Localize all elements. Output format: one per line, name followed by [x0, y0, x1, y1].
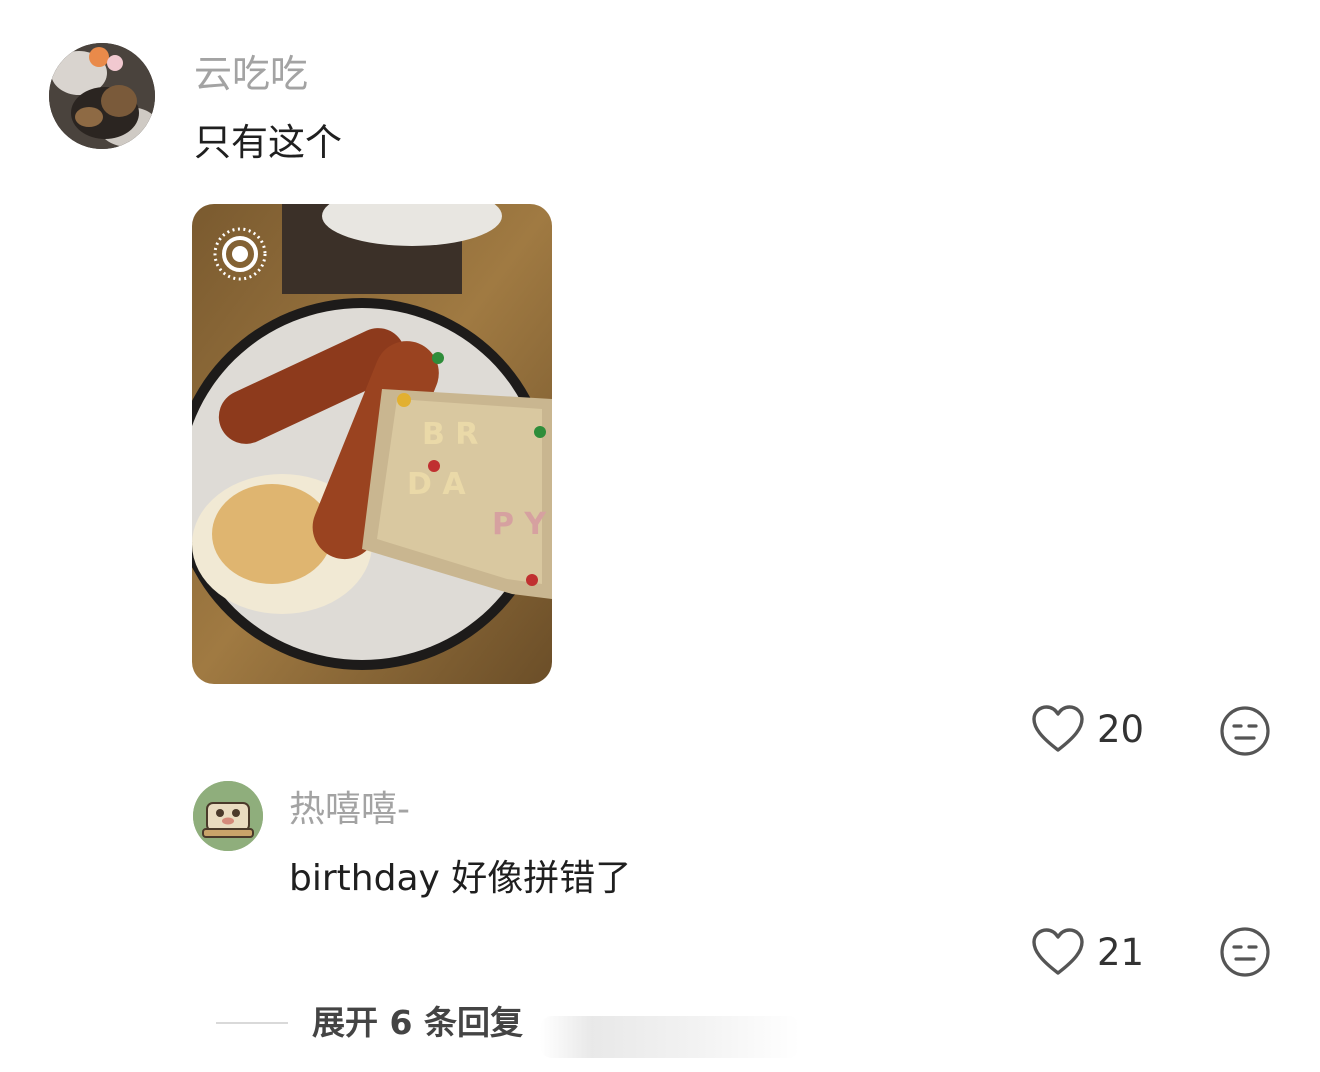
svg-text:D A: D A: [407, 467, 466, 502]
reply-like-count: 21: [1097, 930, 1145, 974]
reply-dislike-button[interactable]: [1219, 926, 1271, 978]
neutral-face-icon: [1220, 706, 1270, 756]
like-button[interactable]: 20: [1031, 704, 1144, 754]
heart-icon: [1032, 928, 1084, 975]
dislike-button[interactable]: [1219, 705, 1271, 757]
like-count: 20: [1097, 707, 1145, 751]
comment-photo[interactable]: B R D A P Y: [192, 204, 552, 684]
watermark-overlay: [540, 1016, 800, 1058]
comment-text: 只有这个: [194, 121, 342, 164]
heart-icon: [1032, 705, 1084, 752]
neutral-face-icon: [1220, 927, 1270, 977]
reply-avatar[interactable]: [193, 781, 263, 851]
reply-text: birthday 好像拼错了: [289, 858, 632, 899]
svg-text:B R: B R: [422, 417, 478, 452]
reply-username[interactable]: 热嘻嘻-: [289, 792, 410, 828]
svg-text:P Y: P Y: [492, 507, 547, 542]
reply-like-button[interactable]: 21: [1031, 927, 1144, 977]
live-photo-icon: [213, 227, 267, 281]
expand-replies-button[interactable]: 展开 6 条回复: [216, 1006, 523, 1039]
comment-username[interactable]: 云吃吃: [194, 55, 308, 93]
divider: [216, 1021, 288, 1024]
expand-replies-label: 展开 6 条回复: [312, 1003, 523, 1042]
avatar[interactable]: [49, 43, 155, 149]
